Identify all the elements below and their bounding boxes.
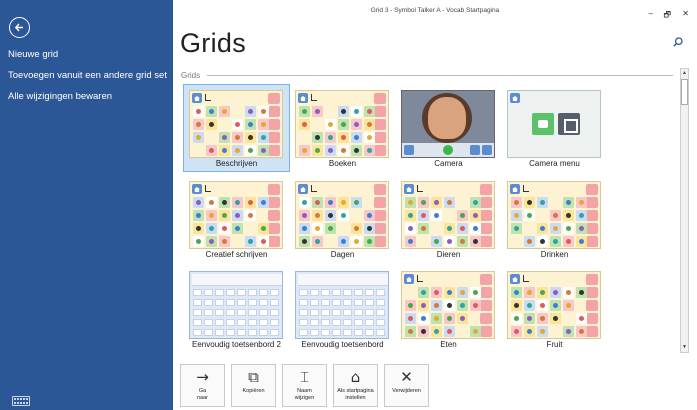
grid-thumbnail xyxy=(401,90,495,158)
grid-tile-label: Camera xyxy=(434,159,463,168)
section-label: Grids xyxy=(181,71,201,80)
arrow-left-icon xyxy=(14,23,23,32)
toolbar-button-label: Verwijderen xyxy=(392,388,421,394)
rename-button[interactable]: ⌶ Naam wijzigen xyxy=(282,364,327,407)
main-panel: Grid 3 - Symbol Talker A - Vocab Startpa… xyxy=(173,0,697,410)
grid-thumbnail xyxy=(295,181,389,249)
grid-tile-label: Eenvoudig toetsenbord xyxy=(301,340,384,349)
grid-tile[interactable]: Fruit xyxy=(502,266,607,352)
grid-tile[interactable]: Drinken xyxy=(502,176,607,262)
arrow-right-icon: → xyxy=(196,368,209,386)
grid-thumbnail xyxy=(401,271,495,339)
grid-tile[interactable]: Dieren xyxy=(396,176,501,262)
grid-tile-label: Boeken xyxy=(328,159,357,168)
home-icon: ⌂ xyxy=(350,368,361,386)
grid-tile[interactable]: Camera xyxy=(396,85,501,171)
grid-tile-label: Fruit xyxy=(546,340,563,349)
scroll-down-icon[interactable]: ▼ xyxy=(681,343,688,352)
grid-tile[interactable]: Boeken xyxy=(290,85,395,171)
grid-tile[interactable]: Eten xyxy=(396,266,501,352)
grid-thumbnail xyxy=(507,90,601,158)
grid-tile[interactable]: Beschrijven xyxy=(183,84,290,172)
copy-icon: ⧉ xyxy=(248,368,259,386)
close-button[interactable]: ✕ xyxy=(682,9,689,18)
grid-tile-label: Dagen xyxy=(330,250,355,259)
grid-tile[interactable]: Eenvoudig toetsenbord 2 xyxy=(184,266,289,352)
grid-thumbnail xyxy=(295,271,389,339)
sidebar-item-add-from-other-gridset[interactable]: Toevoegen vanuit een andere grid set xyxy=(8,70,167,81)
sidebar-item-save-all-changes[interactable]: Alle wijzigingen bewaren xyxy=(8,91,112,102)
grid-tile[interactable]: Dagen xyxy=(290,176,395,262)
keyboard-icon[interactable] xyxy=(12,396,30,406)
set-as-startpage-button[interactable]: ⌂ Als startpagina instellen xyxy=(333,364,378,407)
scroll-thumb[interactable] xyxy=(681,79,688,105)
grid-tile-label: Beschrijven xyxy=(215,159,258,168)
grid-thumbnail xyxy=(189,271,283,339)
page-title: Grids xyxy=(180,28,247,58)
toolbar: → Ga naar ⧉ Kopiëren ⌶ Naam wijzigen ⌂ Als star… xyxy=(173,358,697,410)
grid-tile-label: Eenvoudig toetsenbord 2 xyxy=(192,340,281,349)
grid-tile[interactable]: Creatief schrijven xyxy=(184,176,289,262)
grid-thumbnail xyxy=(189,90,283,158)
minimize-button[interactable]: – xyxy=(649,9,653,18)
grid-list: Beschrijven Boeken Camera Camera menu Creati… xyxy=(183,84,671,357)
delete-button[interactable]: ✕ Verwijderen xyxy=(384,364,429,407)
sidebar-item-new-grid[interactable]: Nieuwe grid xyxy=(8,49,58,60)
toolbar-button-label: Kopiëren xyxy=(242,388,265,394)
copy-button[interactable]: ⧉ Kopiëren xyxy=(231,364,276,407)
grid-tile-label: Eten xyxy=(440,340,457,349)
section-divider xyxy=(207,75,673,76)
grid-tile-label: Creatief schrijven xyxy=(205,250,268,259)
grid-thumbnail xyxy=(189,181,283,249)
grid-tile-label: Camera menu xyxy=(529,159,580,168)
go-to-button[interactable]: → Ga naar xyxy=(180,364,225,407)
grid-thumbnail xyxy=(507,181,601,249)
restore-button[interactable]: 🗗 xyxy=(663,9,671,23)
grid-thumbnail xyxy=(295,90,389,158)
sidebar: Nieuwe grid Toevoegen vanuit een andere … xyxy=(0,0,173,410)
search-icon[interactable] xyxy=(673,37,683,47)
grid-tile-label: Drinken xyxy=(540,250,569,259)
grid-tile-label: Dieren xyxy=(436,250,461,259)
toolbar-button-label: Ga naar xyxy=(196,388,208,401)
grid-tile[interactable]: Eenvoudig toetsenbord xyxy=(290,266,395,352)
toolbar-button-label: Als startpagina instellen xyxy=(337,388,374,401)
grid-thumbnail xyxy=(401,181,495,249)
back-button[interactable] xyxy=(9,17,30,38)
scrollbar[interactable]: ▲ ▼ xyxy=(680,68,689,353)
grid-thumbnail xyxy=(507,271,601,339)
scroll-up-icon[interactable]: ▲ xyxy=(681,69,688,78)
delete-icon: ✕ xyxy=(400,368,413,386)
grid-tile[interactable]: Camera menu xyxy=(502,85,607,171)
rename-icon: ⌶ xyxy=(299,368,309,386)
toolbar-button-label: Naam wijzigen xyxy=(294,388,315,401)
window-title: Grid 3 - Symbol Talker A - Vocab Startpa… xyxy=(370,7,500,14)
